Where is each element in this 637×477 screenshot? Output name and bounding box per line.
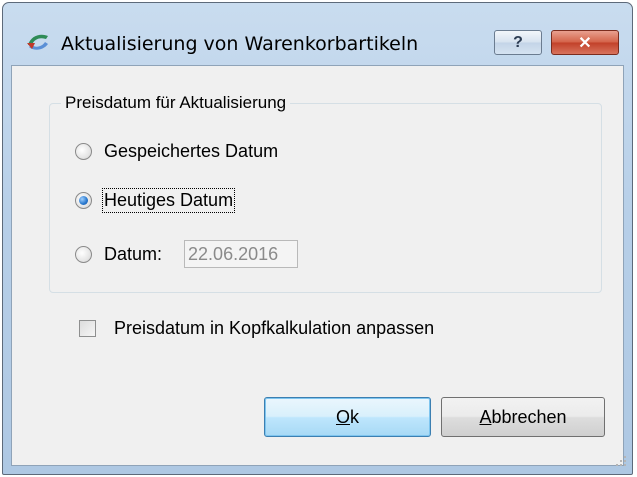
checkbox-row[interactable]: Preisdatum in Kopfkalkulation anpassen bbox=[79, 318, 434, 339]
radio-saved-date[interactable] bbox=[75, 143, 92, 160]
radio-date[interactable] bbox=[75, 245, 92, 263]
radio-row-today[interactable]: Heutiges Datum bbox=[75, 188, 236, 213]
ok-button[interactable]: Ok bbox=[264, 397, 431, 437]
resize-grip-icon[interactable] bbox=[615, 455, 627, 467]
close-icon: ✕ bbox=[578, 34, 592, 52]
date-field[interactable]: 22.06.2016 bbox=[184, 240, 299, 268]
title-bar[interactable]: Aktualisierung von Warenkorbartikeln ? ✕ bbox=[3, 3, 632, 65]
cancel-button[interactable]: Abbrechen bbox=[441, 397, 605, 437]
ok-mnemonic: O bbox=[335, 406, 350, 427]
header-calc-checkbox-label: Preisdatum in Kopfkalkulation anpassen bbox=[114, 318, 435, 338]
radio-date-label: Datum: bbox=[104, 243, 163, 264]
header-calc-checkbox[interactable] bbox=[79, 320, 96, 337]
question-icon: ? bbox=[513, 33, 523, 51]
radio-saved-date-label: Gespeichertes Datum bbox=[104, 141, 279, 161]
radio-today-label: Heutiges Datum bbox=[101, 188, 236, 213]
close-button[interactable]: ✕ bbox=[551, 30, 619, 55]
help-button[interactable]: ? bbox=[494, 30, 542, 55]
cancel-mnemonic: A bbox=[479, 406, 492, 427]
window-title: Aktualisierung von Warenkorbartikeln bbox=[61, 33, 419, 55]
groupbox-legend: Preisdatum für Aktualisierung bbox=[61, 93, 291, 113]
radio-selected-dot bbox=[79, 196, 88, 205]
radio-row-date[interactable]: Datum: 22.06.2016 bbox=[75, 240, 299, 268]
app-icon bbox=[27, 34, 48, 50]
radio-today[interactable] bbox=[75, 192, 92, 209]
radio-row-saved-date[interactable]: Gespeichertes Datum bbox=[75, 141, 278, 162]
ok-label-rest: k bbox=[350, 406, 359, 427]
cancel-label-rest: bbrechen bbox=[491, 406, 567, 427]
